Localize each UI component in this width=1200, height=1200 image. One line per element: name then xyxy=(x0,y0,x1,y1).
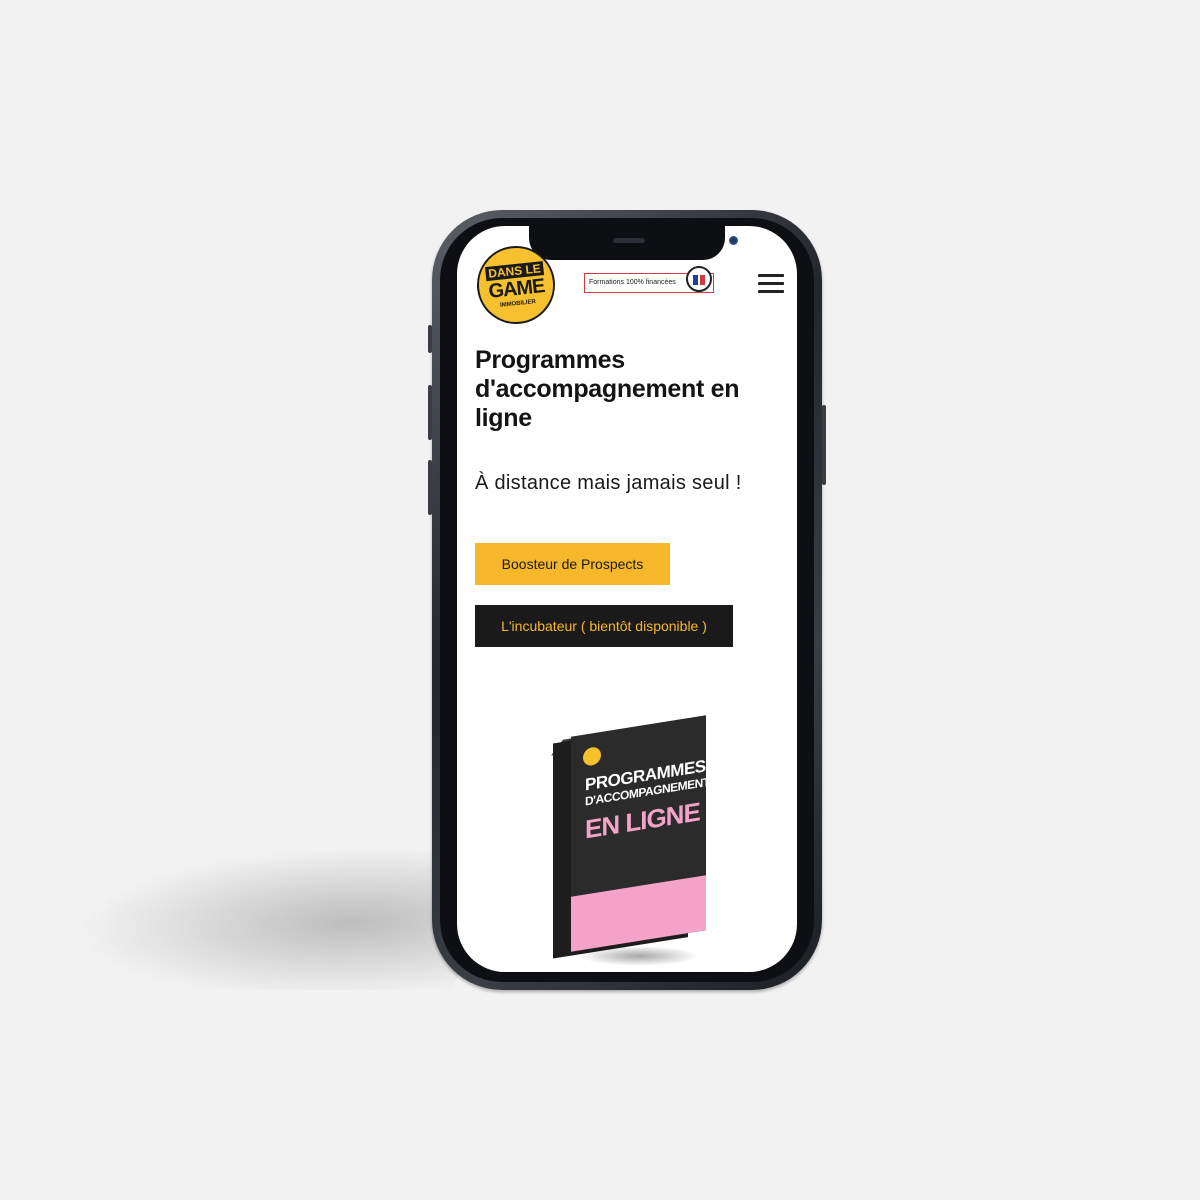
phone-notch xyxy=(529,226,738,260)
boosteur-de-prospects-button[interactable]: Boosteur de Prospects xyxy=(475,543,670,585)
page-title: Programmes d'accompagnement en ligne xyxy=(475,346,740,432)
product-box-shadow xyxy=(579,946,699,966)
phone-volume-up-button xyxy=(428,385,432,440)
product-box-image: PROGRAMMES D'ACCOMPAGNEMENT EN LIGNE xyxy=(549,715,719,972)
product-box-pink-band xyxy=(571,875,706,952)
hamburger-menu-icon[interactable] xyxy=(758,274,784,294)
phone-side-button-mute xyxy=(428,325,432,353)
phone-screen: DANS LE GAME IMMOBILIER Formations 100% … xyxy=(457,226,797,972)
speaker-grille xyxy=(613,238,645,243)
funding-badge-label: Formations 100% financées xyxy=(589,279,676,286)
phone-volume-down-button xyxy=(428,460,432,515)
front-camera-icon xyxy=(729,236,738,245)
french-flag-icon xyxy=(686,266,712,292)
phone-power-button xyxy=(822,405,826,485)
product-box-logo-icon xyxy=(583,745,601,767)
page-subtitle: À distance mais jamais seul ! xyxy=(475,472,742,494)
product-box: PROGRAMMES D'ACCOMPAGNEMENT EN LIGNE xyxy=(571,715,710,952)
incubateur-button[interactable]: L'incubateur ( bientôt disponible ) xyxy=(475,605,733,647)
